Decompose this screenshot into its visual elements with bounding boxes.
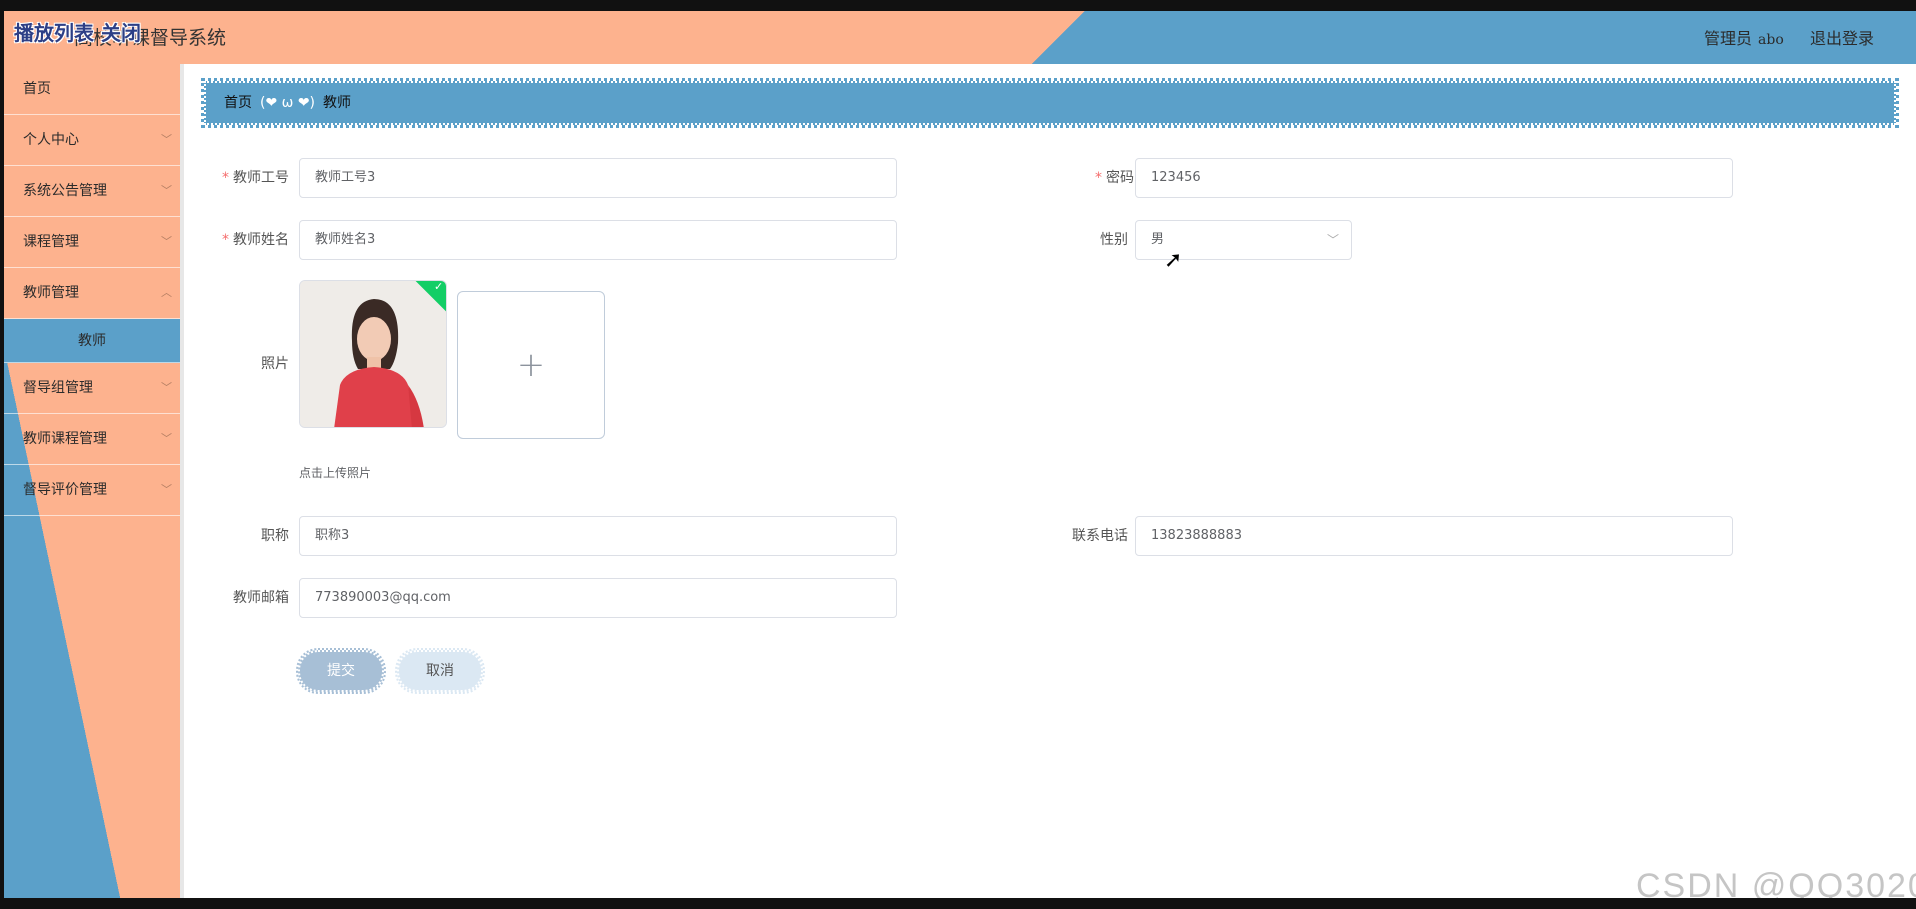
sidebar-item-label: 系统公告管理: [23, 183, 107, 199]
upload-photo-tip: 点击上传照片: [299, 466, 372, 480]
sidebar-item-label: 督导组管理: [23, 380, 93, 396]
sidebar-item-evaluations[interactable]: 督导评价管理 ﹀: [4, 465, 180, 516]
title-label: 职称: [261, 528, 289, 544]
player-overlay-text[interactable]: 播放列表 关闭: [14, 17, 141, 46]
sidebar-item-supervision-group[interactable]: 督导组管理 ﹀: [4, 363, 180, 414]
gender-label: 性别: [1100, 232, 1128, 248]
teacher-portrait-image: [300, 281, 446, 427]
teacher-id-label: * 教师工号: [222, 170, 289, 186]
sidebar-item-label: 首页: [23, 81, 51, 97]
cancel-button[interactable]: 取消: [395, 648, 485, 694]
phone-input[interactable]: 13823888883: [1135, 516, 1733, 556]
sidebar-item-label: 教师: [78, 333, 106, 349]
sidebar-item-label: 教师管理: [23, 285, 79, 301]
sidebar-item-label: 教师课程管理: [23, 431, 107, 447]
sidebar-item-label: 课程管理: [23, 234, 79, 250]
plus-icon: +: [516, 345, 546, 385]
email-label: 教师邮箱: [233, 590, 289, 606]
chevron-down-icon: ﹀: [161, 235, 172, 248]
password-input[interactable]: 123456: [1135, 158, 1733, 198]
photo-label: 照片: [261, 356, 289, 372]
sidebar-item-label: 督导评价管理: [23, 482, 107, 498]
breadcrumb-home[interactable]: 首页: [224, 95, 252, 111]
sidebar-menu: 首页 个人中心 ﹀ 系统公告管理 ﹀ 课程管理 ﹀ 教师管理 ︿ 教师 督导组管…: [4, 64, 180, 898]
user-name: abo: [1758, 32, 1784, 48]
check-icon: ✓: [434, 280, 444, 293]
mouse-cursor-icon: ➚: [1164, 248, 1183, 273]
teacher-name-input[interactable]: 教师姓名3: [299, 220, 897, 260]
sidebar-item-personal-center[interactable]: 个人中心 ﹀: [4, 115, 180, 166]
teacher-name-label: * 教师姓名: [222, 232, 289, 248]
sidebar-subitem-teacher[interactable]: 教师: [4, 319, 180, 363]
sidebar-item-teacher-management[interactable]: 教师管理 ︿: [4, 268, 180, 319]
breadcrumb-separator: (❤ ω ❤): [260, 95, 316, 111]
chevron-up-icon: ︿: [161, 286, 172, 299]
chevron-down-icon: ﹀: [161, 381, 172, 394]
chevron-down-icon: ﹀: [161, 133, 172, 146]
top-header: 高校听课督导系统 播放列表 关闭 管理员 abo 退出登录: [4, 11, 1916, 64]
teacher-id-input[interactable]: 教师工号3: [299, 158, 897, 198]
chevron-down-icon: ﹀: [161, 432, 172, 445]
user-role: 管理员: [1704, 29, 1753, 48]
submit-button[interactable]: 提交: [296, 648, 386, 694]
gender-select-value: 男: [1151, 232, 1165, 247]
sidebar-item-courses[interactable]: 课程管理 ﹀: [4, 217, 180, 268]
title-input[interactable]: 职称3: [299, 516, 897, 556]
breadcrumb-current: 教师: [323, 95, 352, 111]
breadcrumb: 首页 (❤ ω ❤) 教师: [201, 78, 1899, 128]
email-input[interactable]: 773890003@qq.com: [299, 578, 897, 618]
watermark: CSDN @QQ3020: [1636, 867, 1916, 898]
phone-label: 联系电话: [1072, 528, 1128, 544]
sidebar-item-home[interactable]: 首页: [4, 64, 180, 115]
app-window: 高校听课督导系统 播放列表 关闭 管理员 abo 退出登录 首页 个人中心 ﹀ 系…: [4, 11, 1916, 898]
upload-photo-button[interactable]: +: [457, 291, 605, 439]
sidebar-item-announcements[interactable]: 系统公告管理 ﹀: [4, 166, 180, 217]
uploaded-photo[interactable]: ✓: [299, 280, 447, 428]
sidebar-item-teacher-courses[interactable]: 教师课程管理 ﹀: [4, 414, 180, 465]
chevron-down-icon: ﹀: [161, 483, 172, 496]
logout-button[interactable]: 退出登录: [1810, 25, 1874, 49]
chevron-down-icon: ﹀: [1326, 233, 1339, 247]
chevron-down-icon: ﹀: [161, 184, 172, 197]
password-label: * 密码: [1095, 170, 1134, 186]
main-content: 首页 (❤ ω ❤) 教师 * 教师工号 教师工号3 * 密码 123456 * 教师姓名…: [180, 64, 1916, 898]
user-info: 管理员 abo: [1704, 25, 1784, 49]
sidebar-item-label: 个人中心: [23, 132, 79, 148]
